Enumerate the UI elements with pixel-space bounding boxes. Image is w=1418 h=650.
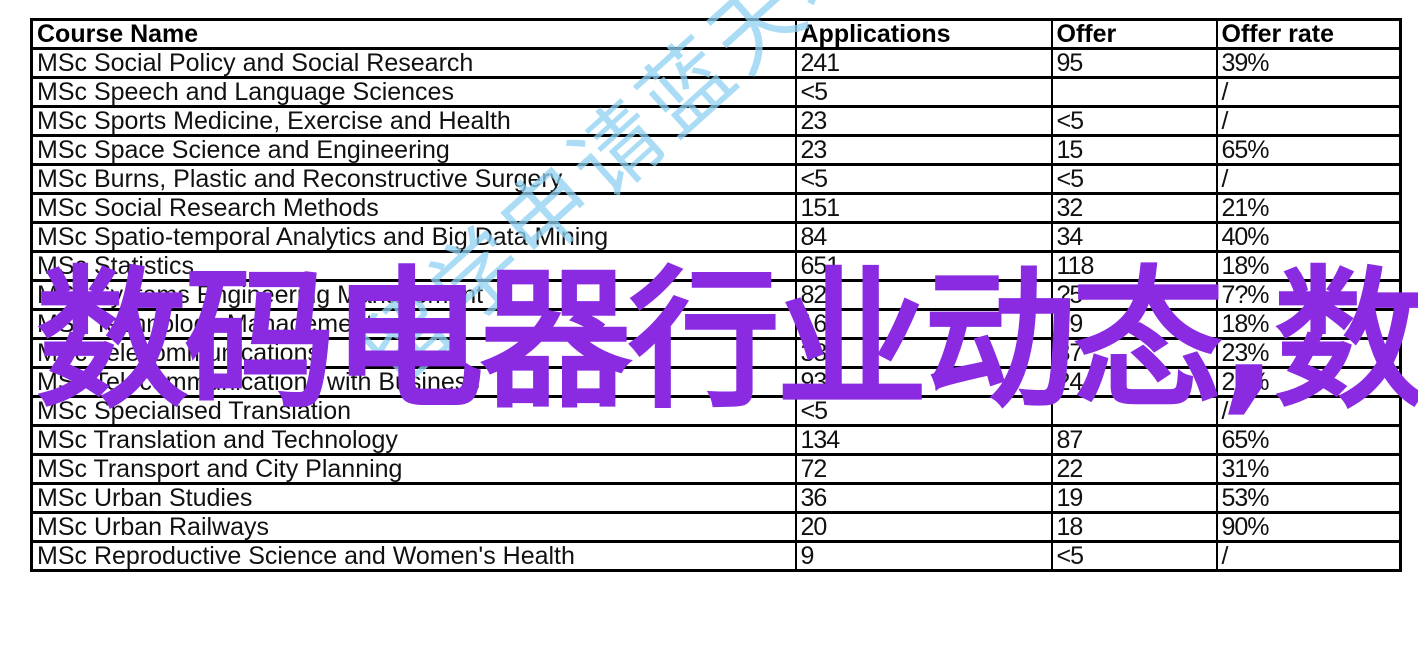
table-row: MSc Telecommunications with Business 93 24… xyxy=(30,366,1402,398)
table-row: MSc Urban Studies 36 19 53% xyxy=(30,482,1402,514)
table-row: MSc Urban Railways 20 18 90% xyxy=(30,511,1402,543)
cell-applications: 134 xyxy=(794,424,1053,456)
cell-offer: 29 xyxy=(1050,308,1218,340)
cell-course-name: MSc Technology Management xyxy=(30,308,797,340)
cell-applications: 23 xyxy=(794,134,1053,166)
table-row: MSc Social Research Methods 151 32 21% xyxy=(30,192,1402,224)
cell-offer: 15 xyxy=(1050,134,1218,166)
cell-course-name: MSc Social Policy and Social Research xyxy=(30,47,797,79)
cell-course-name: MSc Reproductive Science and Women's Hea… xyxy=(30,540,797,572)
cell-course-name: MSc Statistics xyxy=(30,250,797,282)
table-body: MSc Social Policy and Social Research 241… xyxy=(30,47,1402,572)
cell-applications: 84 xyxy=(794,221,1053,253)
cell-offer-rate: 90% xyxy=(1215,511,1402,543)
cell-course-name: MSc Systems Engineering Management xyxy=(30,279,797,311)
table-row: MSc Technology Management 160 29 18% xyxy=(30,308,1402,340)
cell-offer: 87 xyxy=(1050,337,1218,369)
cell-offer: 19 xyxy=(1050,482,1218,514)
cell-offer: <5 xyxy=(1050,540,1218,572)
cell-course-name: MSc Burns, Plastic and Reconstructive Su… xyxy=(30,163,797,195)
cell-offer xyxy=(1050,76,1218,108)
table-row: MSc Systems Engineering Management 82 ?5 7?… xyxy=(30,279,1402,311)
cell-applications: 20 xyxy=(794,511,1053,543)
cell-offer: 32 xyxy=(1050,192,1218,224)
header-offer-rate: Offer rate xyxy=(1215,18,1402,50)
cell-offer xyxy=(1050,395,1218,427)
cell-offer: 24 xyxy=(1050,366,1218,398)
cell-applications: 36 xyxy=(794,482,1053,514)
table-row: MSc Translation and Technology 134 87 65% xyxy=(30,424,1402,456)
cell-offer: 95 xyxy=(1050,47,1218,79)
cell-course-name: MSc Spatio-temporal Analytics and Big Da… xyxy=(30,221,797,253)
cell-applications: <5 xyxy=(794,163,1053,195)
cell-offer-rate: 39% xyxy=(1215,47,1402,79)
cell-offer-rate: 18% xyxy=(1215,308,1402,340)
table-row: MSc Transport and City Planning 72 22 31% xyxy=(30,453,1402,485)
cell-offer-rate: / xyxy=(1215,540,1402,572)
cell-course-name: MSc Urban Studies xyxy=(30,482,797,514)
cell-offer-rate: 26% xyxy=(1215,366,1402,398)
cell-applications: 160 xyxy=(794,308,1053,340)
cell-course-name: MSc Speech and Language Sciences xyxy=(30,76,797,108)
cell-applications: <5 xyxy=(794,395,1053,427)
table-row: MSc Sports Medicine, Exercise and Health… xyxy=(30,105,1402,137)
cell-applications: 93 xyxy=(794,366,1053,398)
cell-offer-rate: 21% xyxy=(1215,192,1402,224)
cell-offer-rate: 65% xyxy=(1215,424,1402,456)
table-row: MSc Spatio-temporal Analytics and Big Da… xyxy=(30,221,1402,253)
cell-applications: 651 xyxy=(794,250,1053,282)
header-offer: Offer xyxy=(1050,18,1218,50)
table-row: MSc Statistics 651 118 18% xyxy=(30,250,1402,282)
cell-course-name: MSc Sports Medicine, Exercise and Health xyxy=(30,105,797,137)
cell-course-name: MSc Social Research Methods xyxy=(30,192,797,224)
cell-offer-rate: 40% xyxy=(1215,221,1402,253)
table-row: MSc Specialised Translation <5 / xyxy=(30,395,1402,427)
cell-applications: <5 xyxy=(794,76,1053,108)
table-header-row: Course Name Applications Offer Offer rat… xyxy=(30,18,1402,50)
course-offer-table: Course Name Applications Offer Offer rat… xyxy=(30,18,1402,572)
cell-applications: 72 xyxy=(794,453,1053,485)
cell-applications: 241 xyxy=(794,47,1053,79)
cell-course-name: MSc Telecommunications xyxy=(30,337,797,369)
cell-offer-rate: 53% xyxy=(1215,482,1402,514)
cell-offer-rate: / xyxy=(1215,163,1402,195)
cell-offer: 87 xyxy=(1050,424,1218,456)
cell-course-name: MSc Space Science and Engineering xyxy=(30,134,797,166)
cell-course-name: MSc Transport and City Planning xyxy=(30,453,797,485)
cell-offer: <5 xyxy=(1050,105,1218,137)
cell-applications: 384 xyxy=(794,337,1053,369)
cell-offer-rate: 31% xyxy=(1215,453,1402,485)
header-course-name: Course Name xyxy=(30,18,797,50)
cell-offer-rate: / xyxy=(1215,395,1402,427)
cell-offer: <5 xyxy=(1050,163,1218,195)
cell-offer: 18 xyxy=(1050,511,1218,543)
cell-applications: 82 xyxy=(794,279,1053,311)
cell-applications: 23 xyxy=(794,105,1053,137)
table-row: MSc Burns, Plastic and Reconstructive Su… xyxy=(30,163,1402,195)
cell-course-name: MSc Specialised Translation xyxy=(30,395,797,427)
cell-offer-rate: / xyxy=(1215,76,1402,108)
cell-offer-rate: 23% xyxy=(1215,337,1402,369)
cell-course-name: MSc Urban Railways xyxy=(30,511,797,543)
cell-course-name: MSc Telecommunications with Business xyxy=(30,366,797,398)
cell-offer-rate: / xyxy=(1215,105,1402,137)
cell-applications: 9 xyxy=(794,540,1053,572)
table-row: MSc Speech and Language Sciences <5 / xyxy=(30,76,1402,108)
cell-course-name: MSc Translation and Technology xyxy=(30,424,797,456)
cell-offer-rate: 65% xyxy=(1215,134,1402,166)
table-row: MSc Telecommunications 384 87 23% xyxy=(30,337,1402,369)
table-row: MSc Space Science and Engineering 23 15 65% xyxy=(30,134,1402,166)
cell-offer: 118 xyxy=(1050,250,1218,282)
cell-offer-rate: 18% xyxy=(1215,250,1402,282)
table-row: MSc Reproductive Science and Women's Hea… xyxy=(30,540,1402,572)
document-page: Course Name Applications Offer Offer rat… xyxy=(0,0,1418,650)
cell-offer: 22 xyxy=(1050,453,1218,485)
cell-offer: ?5 xyxy=(1050,279,1218,311)
header-applications: Applications xyxy=(794,18,1053,50)
cell-applications: 151 xyxy=(794,192,1053,224)
cell-offer: 34 xyxy=(1050,221,1218,253)
table-row: MSc Social Policy and Social Research 241… xyxy=(30,47,1402,79)
cell-offer-rate: 7?% xyxy=(1215,279,1402,311)
